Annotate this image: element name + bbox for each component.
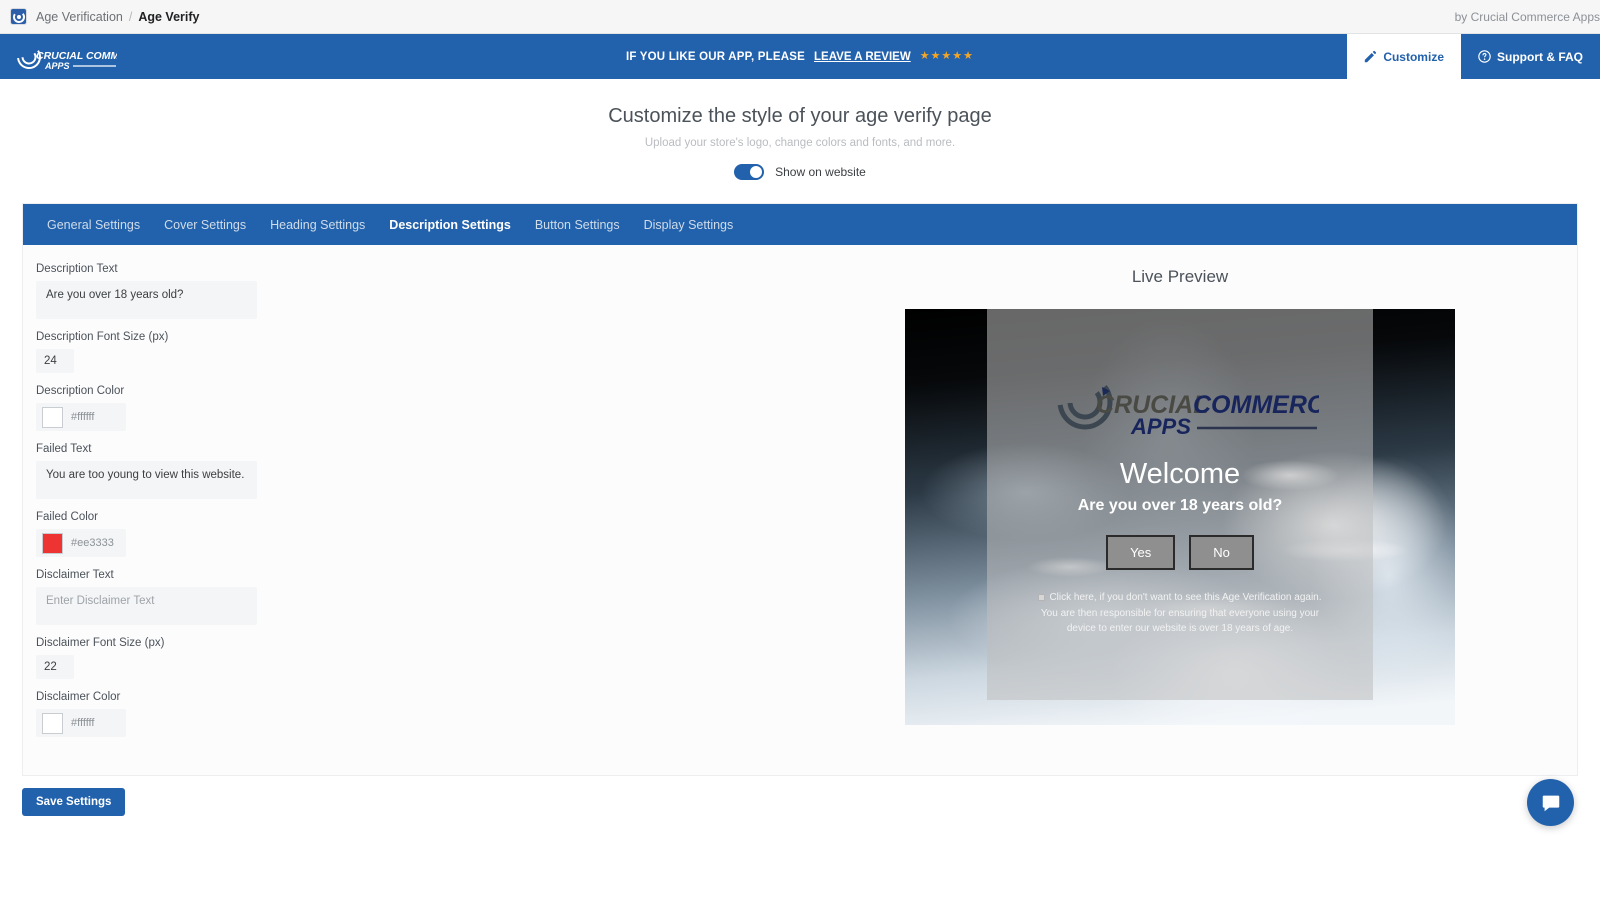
svg-text:APPS: APPS	[44, 61, 70, 71]
tab-heading-settings[interactable]: Heading Settings	[258, 218, 377, 232]
preview-disclaimer: Click here, if you don't want to see thi…	[1030, 590, 1330, 637]
preview-heading: Welcome	[1120, 460, 1240, 489]
show-on-website-label: Show on website	[775, 165, 866, 179]
tab-display-settings[interactable]: Display Settings	[632, 218, 746, 232]
page-title: Customize the style of your age verify p…	[0, 105, 1600, 128]
live-preview-title: Live Preview	[783, 267, 1577, 287]
footer-actions: Save Settings	[0, 776, 1600, 816]
svg-text:APPS: APPS	[1130, 414, 1191, 437]
failed-color-field[interactable]: #ee3333	[36, 529, 126, 557]
edit-pencil-icon	[1364, 50, 1377, 63]
field-description-font-size: Description Font Size (px)	[36, 331, 783, 373]
preview-remember-checkbox[interactable]	[1038, 594, 1045, 601]
preview-yes-button[interactable]: Yes	[1106, 535, 1175, 570]
settings-tabs: General Settings Cover Settings Heading …	[23, 204, 1577, 245]
preview-buttons: Yes No	[1106, 535, 1254, 570]
failed-text-label: Failed Text	[36, 443, 783, 455]
field-description-color: Description Color #ffffff	[36, 385, 783, 431]
disclaimer-font-size-input[interactable]	[36, 655, 74, 679]
breadcrumb-separator: /	[129, 10, 132, 24]
field-disclaimer-text: Disclaimer Text	[36, 569, 783, 625]
page-header: Customize the style of your age verify p…	[0, 79, 1600, 180]
page-subtitle: Upload your store's logo, change colors …	[0, 137, 1600, 149]
byline-text: by Crucial Commerce Apps	[1455, 10, 1600, 24]
settings-body: Description Text Description Font Size (…	[23, 245, 1577, 775]
live-preview-stage: CRUCIAL COMMERCE APPS Welcome Are you ov…	[905, 309, 1455, 725]
support-faq-button-label: Support & FAQ	[1497, 50, 1583, 64]
customize-button[interactable]: Customize	[1347, 34, 1461, 79]
settings-form: Description Text Description Font Size (…	[23, 245, 783, 775]
support-faq-button[interactable]: Support & FAQ	[1461, 34, 1600, 79]
description-text-input[interactable]	[36, 281, 257, 319]
description-font-size-label: Description Font Size (px)	[36, 331, 783, 343]
failed-color-value: #ee3333	[71, 537, 114, 549]
show-on-website-toggle[interactable]	[734, 164, 764, 180]
preview-overlay: CRUCIAL COMMERCE APPS Welcome Are you ov…	[987, 309, 1373, 700]
show-on-website-row: Show on website	[0, 164, 1600, 180]
promo-text: IF YOU LIKE OUR APP, PLEASE	[626, 51, 805, 63]
breadcrumb-current: Age Verify	[138, 10, 199, 24]
live-preview-panel: Live Preview CRUC	[783, 245, 1577, 775]
failed-text-input[interactable]	[36, 461, 257, 499]
field-failed-text: Failed Text	[36, 443, 783, 499]
toggle-knob	[750, 166, 762, 178]
disclaimer-font-size-label: Disclaimer Font Size (px)	[36, 637, 783, 649]
preview-disclaimer-text: Click here, if you don't want to see thi…	[1041, 592, 1322, 634]
breadcrumb-parent-link[interactable]: Age Verification	[36, 10, 123, 24]
settings-card: General Settings Cover Settings Heading …	[22, 203, 1578, 776]
preview-store-logo: CRUCIAL COMMERCE APPS	[1041, 371, 1319, 442]
brand-logo[interactable]: CRUCIAL COMMERCE APPS	[12, 42, 117, 72]
description-color-value: #ffffff	[71, 411, 94, 423]
description-font-size-input[interactable]	[36, 349, 74, 373]
disclaimer-color-swatch[interactable]	[42, 713, 63, 734]
disclaimer-text-input[interactable]	[36, 587, 257, 625]
description-color-swatch[interactable]	[42, 407, 63, 428]
breadcrumb-bar: Age Verification / Age Verify by Crucial…	[0, 0, 1600, 34]
tab-description-settings[interactable]: Description Settings	[377, 218, 523, 232]
preview-description: Are you over 18 years old?	[1078, 497, 1283, 515]
disclaimer-color-field[interactable]: #ffffff	[36, 709, 126, 737]
tab-button-settings[interactable]: Button Settings	[523, 218, 632, 232]
field-failed-color: Failed Color #ee3333	[36, 511, 783, 557]
tab-cover-settings[interactable]: Cover Settings	[152, 218, 258, 232]
question-circle-icon	[1478, 50, 1491, 63]
failed-color-label: Failed Color	[36, 511, 783, 523]
topbar-actions: Customize Support & FAQ	[1347, 34, 1600, 79]
app-logo-icon	[10, 8, 27, 25]
disclaimer-color-label: Disclaimer Color	[36, 691, 783, 703]
disclaimer-color-value: #ffffff	[71, 717, 94, 729]
field-disclaimer-color: Disclaimer Color #ffffff	[36, 691, 783, 737]
tab-general-settings[interactable]: General Settings	[35, 218, 152, 232]
field-description-text: Description Text	[36, 263, 783, 319]
disclaimer-text-label: Disclaimer Text	[36, 569, 783, 581]
description-color-label: Description Color	[36, 385, 783, 397]
description-text-label: Description Text	[36, 263, 783, 275]
app-topbar: CRUCIAL COMMERCE APPS IF YOU LIKE OUR AP…	[0, 34, 1600, 79]
field-disclaimer-font-size: Disclaimer Font Size (px)	[36, 637, 783, 679]
chat-bubble-icon[interactable]	[1527, 779, 1574, 826]
svg-text:COMMERCE: COMMERCE	[1193, 391, 1319, 419]
save-settings-button[interactable]: Save Settings	[22, 788, 125, 816]
failed-color-swatch[interactable]	[42, 533, 63, 554]
leave-a-review-link[interactable]: LEAVE A REVIEW	[814, 51, 911, 63]
star-rating-icon: ★★★★★	[920, 51, 974, 62]
customize-button-label: Customize	[1383, 50, 1444, 64]
preview-no-button[interactable]: No	[1189, 535, 1254, 570]
description-color-field[interactable]: #ffffff	[36, 403, 126, 431]
